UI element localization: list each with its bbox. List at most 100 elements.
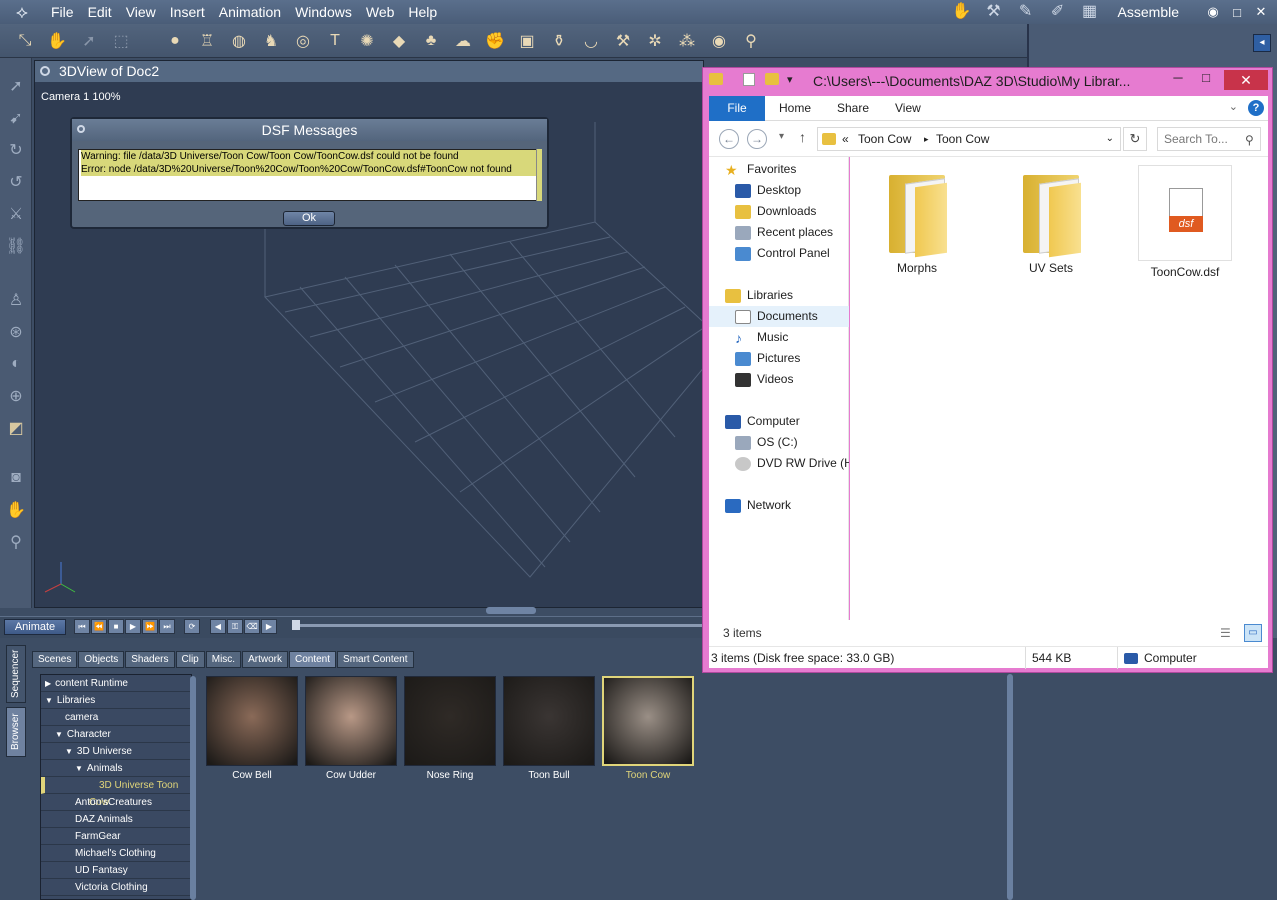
bone-icon[interactable]: ⚲ <box>738 28 764 54</box>
menu-insert[interactable]: Insert <box>163 4 212 20</box>
tree-node[interactable]: Victoria Clothing <box>41 879 191 896</box>
nav-videos[interactable]: Videos <box>735 369 793 390</box>
address-bar[interactable]: « Toon Cow ▸ Toon Cow ⌄ <box>817 127 1121 151</box>
nav-os-drive[interactable]: OS (C:) <box>735 432 798 453</box>
prev-frame-icon[interactable]: ⏪ <box>91 619 107 634</box>
up-icon[interactable]: ↑ <box>799 129 806 145</box>
details-view-icon[interactable]: ☰ <box>1220 624 1238 642</box>
tree-node[interactable]: UD Fantasy <box>41 862 191 879</box>
tab-misc[interactable]: Misc. <box>205 651 242 668</box>
thumbnail-toon-bull[interactable] <box>503 676 595 766</box>
next-frame-icon[interactable]: ⏩ <box>142 619 158 634</box>
crate-icon[interactable]: ▣ <box>514 28 540 54</box>
view-orbit-icon[interactable]: ◐ <box>4 352 28 376</box>
camera-icon[interactable]: ◙ <box>4 466 28 490</box>
tree-node[interactable]: ▼ Libraries <box>41 692 191 709</box>
sequencer-tab[interactable]: Sequencer <box>6 645 26 703</box>
daz-logo-icon[interactable]: ⟡ <box>0 0 44 24</box>
breadcrumb-separator-icon[interactable]: ▸ <box>924 128 929 150</box>
warning-message[interactable]: Warning: file /data/3D Universe/Toon Cow… <box>81 150 539 163</box>
maximize-icon[interactable]: □ <box>1229 5 1245 20</box>
ribbon-tab-share[interactable]: Share <box>837 96 869 121</box>
assemble-activity-label[interactable]: Assemble <box>1118 4 1179 20</box>
hand-pose-icon[interactable]: ✊ <box>482 28 508 54</box>
tree-expand-icon[interactable]: ▶ <box>45 679 51 688</box>
forward-icon[interactable]: → <box>747 129 767 149</box>
scale-tool-icon[interactable]: ⬚ <box>108 28 134 54</box>
menu-file[interactable]: File <box>44 4 81 20</box>
thumbnail-label[interactable]: Toon Cow <box>599 770 697 781</box>
eye-icon[interactable]: ◉ <box>1205 4 1221 20</box>
computer-item[interactable]: Computer <box>725 411 800 432</box>
menu-view[interactable]: View <box>119 4 163 20</box>
go-start-icon[interactable]: ⏮ <box>74 619 90 634</box>
nodes-icon[interactable]: ⁂ <box>674 28 700 54</box>
menu-animation[interactable]: Animation <box>212 4 288 20</box>
rotate-icon[interactable]: ↻ <box>4 138 28 162</box>
tab-scenes[interactable]: Scenes <box>32 651 78 668</box>
thumbnail-label[interactable]: Cow Udder <box>302 770 400 781</box>
file-tooncow-dsf[interactable]: dsf ToonCow.dsf <box>1137 165 1233 279</box>
select-arrow-icon[interactable]: ➚ <box>4 74 28 98</box>
tree-node[interactable]: 3D Universe Toon Cow <box>41 777 191 808</box>
gear-icon[interactable]: ✺ <box>354 28 380 54</box>
menu-help[interactable]: Help <box>401 4 444 20</box>
properties-icon[interactable] <box>743 73 755 86</box>
tree-node[interactable]: ▼ Animals <box>41 760 191 777</box>
brush-activity-icon[interactable]: ✐ <box>1046 2 1070 22</box>
prev-key-icon[interactable]: ◀ <box>210 619 226 634</box>
bowl-icon[interactable]: ◡ <box>578 28 604 54</box>
tab-objects[interactable]: Objects <box>78 651 125 668</box>
tree-node[interactable]: ▶ content Runtime <box>41 675 191 692</box>
minimize-button[interactable]: ─ <box>1166 70 1190 90</box>
nav-music[interactable]: ♪ Music <box>735 327 788 348</box>
thumbnail-label[interactable]: Nose Ring <box>401 770 499 781</box>
tab-shaders[interactable]: Shaders <box>125 651 175 668</box>
pan-hand-icon[interactable]: ✋ <box>4 498 28 522</box>
delete-key-icon[interactable]: ⌫ <box>244 619 260 634</box>
tree-node[interactable]: FarmGear <box>41 828 191 845</box>
nav-documents[interactable]: Documents <box>709 306 849 327</box>
wand-icon[interactable]: ⚔ <box>4 202 28 226</box>
thumbnail-cow-udder[interactable] <box>305 676 397 766</box>
next-key-icon[interactable]: ▶ <box>261 619 277 634</box>
pane-splitter[interactable] <box>486 607 536 614</box>
tree-node[interactable]: ▼ 3D Universe <box>41 743 191 760</box>
breadcrumb-toon-cow-1[interactable]: Toon Cow <box>858 128 911 150</box>
ribbon-tab-view[interactable]: View <box>895 96 921 121</box>
quick-access-dropdown-icon[interactable]: ▾ <box>787 73 793 86</box>
menu-windows[interactable]: Windows <box>288 4 359 20</box>
transform-tool-icon[interactable]: ⤡ <box>12 28 38 54</box>
folder-icon[interactable] <box>709 73 723 85</box>
close-icon[interactable]: ✕ <box>1253 4 1269 20</box>
folder-morphs[interactable]: Morphs <box>869 167 965 275</box>
new-folder-icon[interactable] <box>765 73 779 85</box>
hand-activity-icon[interactable]: ✋ <box>950 2 974 22</box>
tree-node[interactable]: DAZ Animals <box>41 811 191 828</box>
viewport-menu-icon[interactable] <box>40 66 50 76</box>
breadcrumb-toon-cow-2[interactable]: Toon Cow <box>936 128 989 150</box>
target-icon[interactable]: ◉ <box>706 28 732 54</box>
figure-icon[interactable]: ♞ <box>258 28 284 54</box>
thumbnail-scrollbar[interactable] <box>1007 674 1013 900</box>
message-scrollbar[interactable] <box>536 149 542 201</box>
back-icon[interactable]: ← <box>719 129 739 149</box>
folder-uv-sets[interactable]: UV Sets <box>1003 167 1099 275</box>
pose-figure-icon[interactable]: ♙ <box>4 288 28 312</box>
thumbnail-cow-bell[interactable] <box>206 676 298 766</box>
bug-icon[interactable]: ✲ <box>642 28 668 54</box>
ribbon-tab-file[interactable]: File <box>709 96 765 121</box>
film-activity-icon[interactable]: ▦ <box>1078 2 1102 22</box>
nav-dvd-drive[interactable]: DVD RW Drive (H <box>735 453 849 474</box>
hammer-icon[interactable]: ⚒ <box>610 28 636 54</box>
tree-expand-icon[interactable]: ▼ <box>55 730 63 739</box>
hair-icon[interactable]: ☁ <box>450 28 476 54</box>
network-item[interactable]: Network <box>725 495 791 516</box>
dialog-menu-icon[interactable] <box>77 125 85 133</box>
panel-options-icon[interactable]: ◂ <box>1253 34 1271 52</box>
large-icons-view-icon[interactable]: ▭ <box>1244 624 1262 642</box>
ribbon-tab-home[interactable]: Home <box>779 96 811 121</box>
torus-icon[interactable]: ◎ <box>290 28 316 54</box>
libraries-item[interactable]: Libraries <box>725 285 793 306</box>
chain-icon[interactable]: ⛓ <box>4 234 28 258</box>
